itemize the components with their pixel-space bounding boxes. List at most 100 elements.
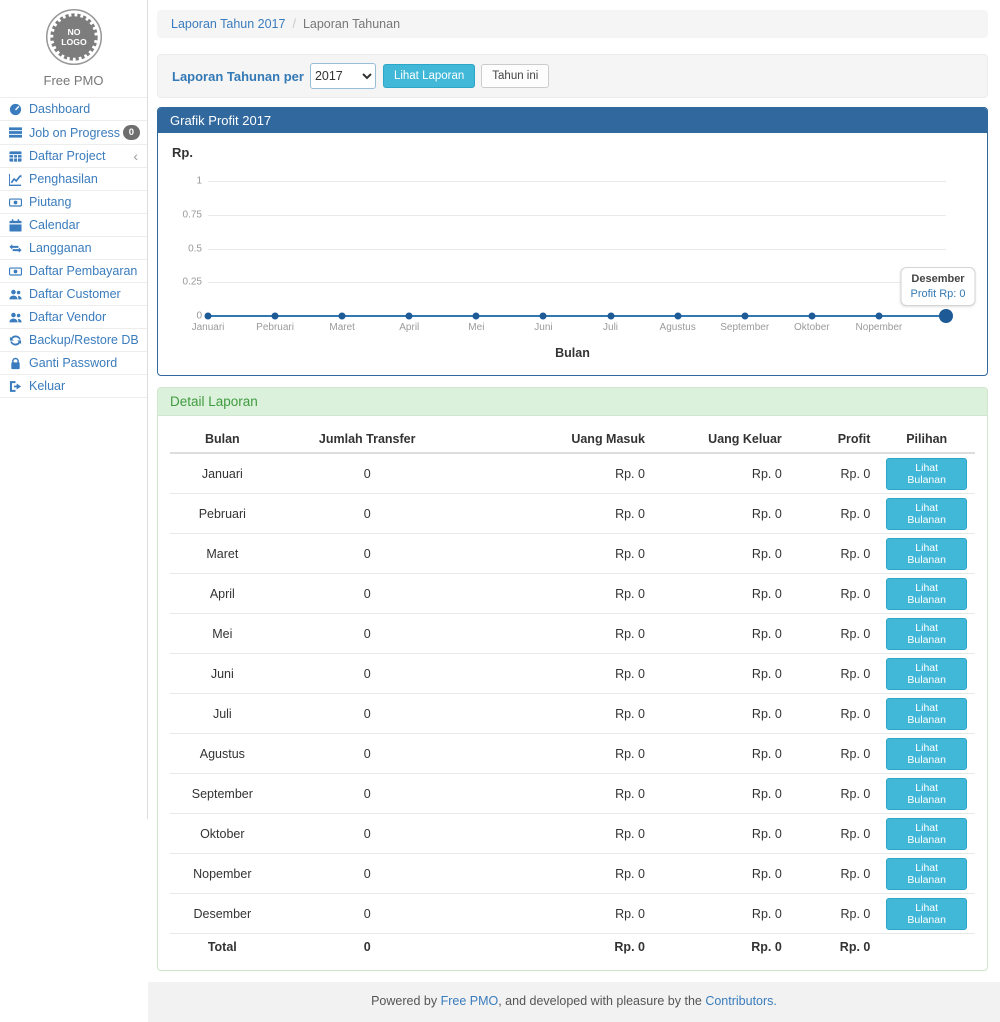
data-point-juni[interactable] — [540, 313, 547, 320]
cell-pilihan: Lihat Bulanan — [878, 614, 975, 654]
tasks-icon — [9, 126, 26, 139]
data-point-agustus[interactable] — [674, 313, 681, 320]
cell-uang-keluar: Rp. 0 — [653, 574, 790, 614]
sidebar-item-label: Keluar — [29, 379, 140, 393]
table-row: Oktober0Rp. 0Rp. 0Rp. 0Lihat Bulanan — [170, 814, 975, 854]
x-axis-title: Bulan — [170, 346, 975, 365]
lihat-bulanan-button-mei[interactable]: Lihat Bulanan — [886, 618, 967, 650]
chart-panel-body: Rp. Desember Profit Rp: 0 00.250.50.751J… — [158, 133, 987, 375]
footer-contributors-link[interactable]: Contributors. — [705, 994, 777, 1008]
y-tick-label: 0.75 — [162, 209, 202, 220]
users-icon — [9, 311, 26, 324]
footer-freepmo-link[interactable]: Free PMO — [441, 994, 499, 1008]
cell-uang-masuk: Rp. 0 — [460, 774, 653, 814]
sidebar-item-ganti-password[interactable]: Ganti Password — [0, 351, 147, 374]
column-header-jumlah-transfer: Jumlah Transfer — [275, 426, 460, 453]
lihat-bulanan-button-september[interactable]: Lihat Bulanan — [886, 778, 967, 810]
cell-jumlah-transfer: 0 — [275, 614, 460, 654]
lihat-bulanan-button-nopember[interactable]: Lihat Bulanan — [886, 858, 967, 890]
cell-profit: Rp. 0 — [790, 894, 879, 934]
cell-bulan: Juli — [170, 694, 275, 734]
sidebar-item-dashboard[interactable]: Dashboard — [0, 97, 147, 120]
lihat-bulanan-button-maret[interactable]: Lihat Bulanan — [886, 538, 967, 570]
sidebar-item-langganan[interactable]: Langganan — [0, 236, 147, 259]
sidebar-item-piutang[interactable]: Piutang — [0, 190, 147, 213]
data-point-september[interactable] — [741, 313, 748, 320]
cell-profit: Rp. 0 — [790, 494, 879, 534]
table-row: Nopember0Rp. 0Rp. 0Rp. 0Lihat Bulanan — [170, 854, 975, 894]
data-point-nopember[interactable] — [875, 313, 882, 320]
lihat-bulanan-button-agustus[interactable]: Lihat Bulanan — [886, 738, 967, 770]
cell-uang-masuk: Rp. 0 — [460, 614, 653, 654]
lihat-bulanan-button-oktober[interactable]: Lihat Bulanan — [886, 818, 967, 850]
refresh-icon — [9, 334, 26, 347]
gridline — [208, 181, 946, 182]
cell-profit: Rp. 0 — [790, 854, 879, 894]
sidebar-item-penghasilan[interactable]: Penghasilan — [0, 167, 147, 190]
total-uang-keluar: Rp. 0 — [653, 934, 790, 961]
table-row: Desember0Rp. 0Rp. 0Rp. 0Lihat Bulanan — [170, 894, 975, 934]
page: NO LOGO Free PMO DashboardJob on Progres… — [0, 0, 1000, 819]
report-panel-body: BulanJumlah TransferUang MasukUang Kelua… — [158, 416, 987, 970]
cell-bulan: September — [170, 774, 275, 814]
cell-uang-masuk: Rp. 0 — [460, 453, 653, 494]
sidebar-item-daftar-pembayaran[interactable]: Daftar Pembayaran — [0, 259, 147, 282]
data-point-april[interactable] — [406, 313, 413, 320]
total-empty-cell — [878, 934, 975, 961]
this-year-button[interactable]: Tahun ini — [481, 64, 549, 89]
y-tick-label: 0.5 — [162, 243, 202, 254]
cell-jumlah-transfer: 0 — [275, 894, 460, 934]
x-tick-label: April — [399, 322, 419, 333]
data-point-januari[interactable] — [205, 313, 212, 320]
cell-uang-keluar: Rp. 0 — [653, 494, 790, 534]
data-point-juli[interactable] — [607, 313, 614, 320]
logo-icon: NO LOGO — [45, 8, 103, 66]
cell-uang-masuk: Rp. 0 — [460, 534, 653, 574]
breadcrumb-parent-link[interactable]: Laporan Tahun 2017 — [171, 17, 285, 31]
cell-uang-keluar: Rp. 0 — [653, 814, 790, 854]
cell-uang-masuk: Rp. 0 — [460, 694, 653, 734]
calendar-icon — [9, 219, 26, 232]
sidebar-item-backup-restore-db[interactable]: Backup/Restore DB — [0, 328, 147, 351]
sidebar-item-keluar[interactable]: Keluar — [0, 374, 147, 397]
cell-pilihan: Lihat Bulanan — [878, 734, 975, 774]
cell-jumlah-transfer: 0 — [275, 453, 460, 494]
lihat-bulanan-button-januari[interactable]: Lihat Bulanan — [886, 458, 967, 490]
profit-chart-panel: Grafik Profit 2017 Rp. Desember Profit R… — [157, 107, 988, 376]
main-content: Laporan Tahun 2017/Laporan Tahunan Lapor… — [148, 0, 1000, 819]
lihat-bulanan-button-desember[interactable]: Lihat Bulanan — [886, 898, 967, 930]
year-select[interactable]: 2017 — [310, 63, 376, 89]
lihat-bulanan-button-pebruari[interactable]: Lihat Bulanan — [886, 498, 967, 530]
view-report-button[interactable]: Lihat Laporan — [383, 64, 475, 89]
sidebar-item-label: Dashboard — [29, 102, 140, 116]
cell-profit: Rp. 0 — [790, 534, 879, 574]
cell-jumlah-transfer: 0 — [275, 774, 460, 814]
data-point-oktober[interactable] — [808, 313, 815, 320]
lihat-bulanan-button-april[interactable]: Lihat Bulanan — [886, 578, 967, 610]
data-point-pebruari[interactable] — [272, 313, 279, 320]
sidebar-item-daftar-customer[interactable]: Daftar Customer — [0, 282, 147, 305]
tooltip-value: Profit Rp: 0 — [910, 288, 965, 300]
lihat-bulanan-button-juni[interactable]: Lihat Bulanan — [886, 658, 967, 690]
data-point-mei[interactable] — [473, 313, 480, 320]
sidebar-item-calendar[interactable]: Calendar — [0, 213, 147, 236]
sidebar: NO LOGO Free PMO DashboardJob on Progres… — [0, 0, 148, 819]
sidebar-item-job-on-progress[interactable]: Job on Progress0 — [0, 120, 147, 144]
lihat-bulanan-button-juli[interactable]: Lihat Bulanan — [886, 698, 967, 730]
data-point-maret[interactable] — [339, 313, 346, 320]
cell-uang-masuk: Rp. 0 — [460, 814, 653, 854]
report-table: BulanJumlah TransferUang MasukUang Kelua… — [170, 426, 975, 960]
x-tick-label: Juli — [603, 322, 618, 333]
sidebar-item-daftar-project[interactable]: Daftar Project‹ — [0, 144, 147, 167]
cell-bulan: Agustus — [170, 734, 275, 774]
cell-jumlah-transfer: 0 — [275, 694, 460, 734]
cell-profit: Rp. 0 — [790, 654, 879, 694]
cell-profit: Rp. 0 — [790, 574, 879, 614]
sidebar-item-daftar-vendor[interactable]: Daftar Vendor — [0, 305, 147, 328]
data-point-desember[interactable] — [939, 309, 953, 323]
cell-profit: Rp. 0 — [790, 774, 879, 814]
lock-icon — [9, 357, 26, 370]
profit-line-chart: Desember Profit Rp: 0 00.250.50.751Janua… — [208, 181, 946, 316]
table-row: Juli0Rp. 0Rp. 0Rp. 0Lihat Bulanan — [170, 694, 975, 734]
gridline — [208, 249, 946, 250]
